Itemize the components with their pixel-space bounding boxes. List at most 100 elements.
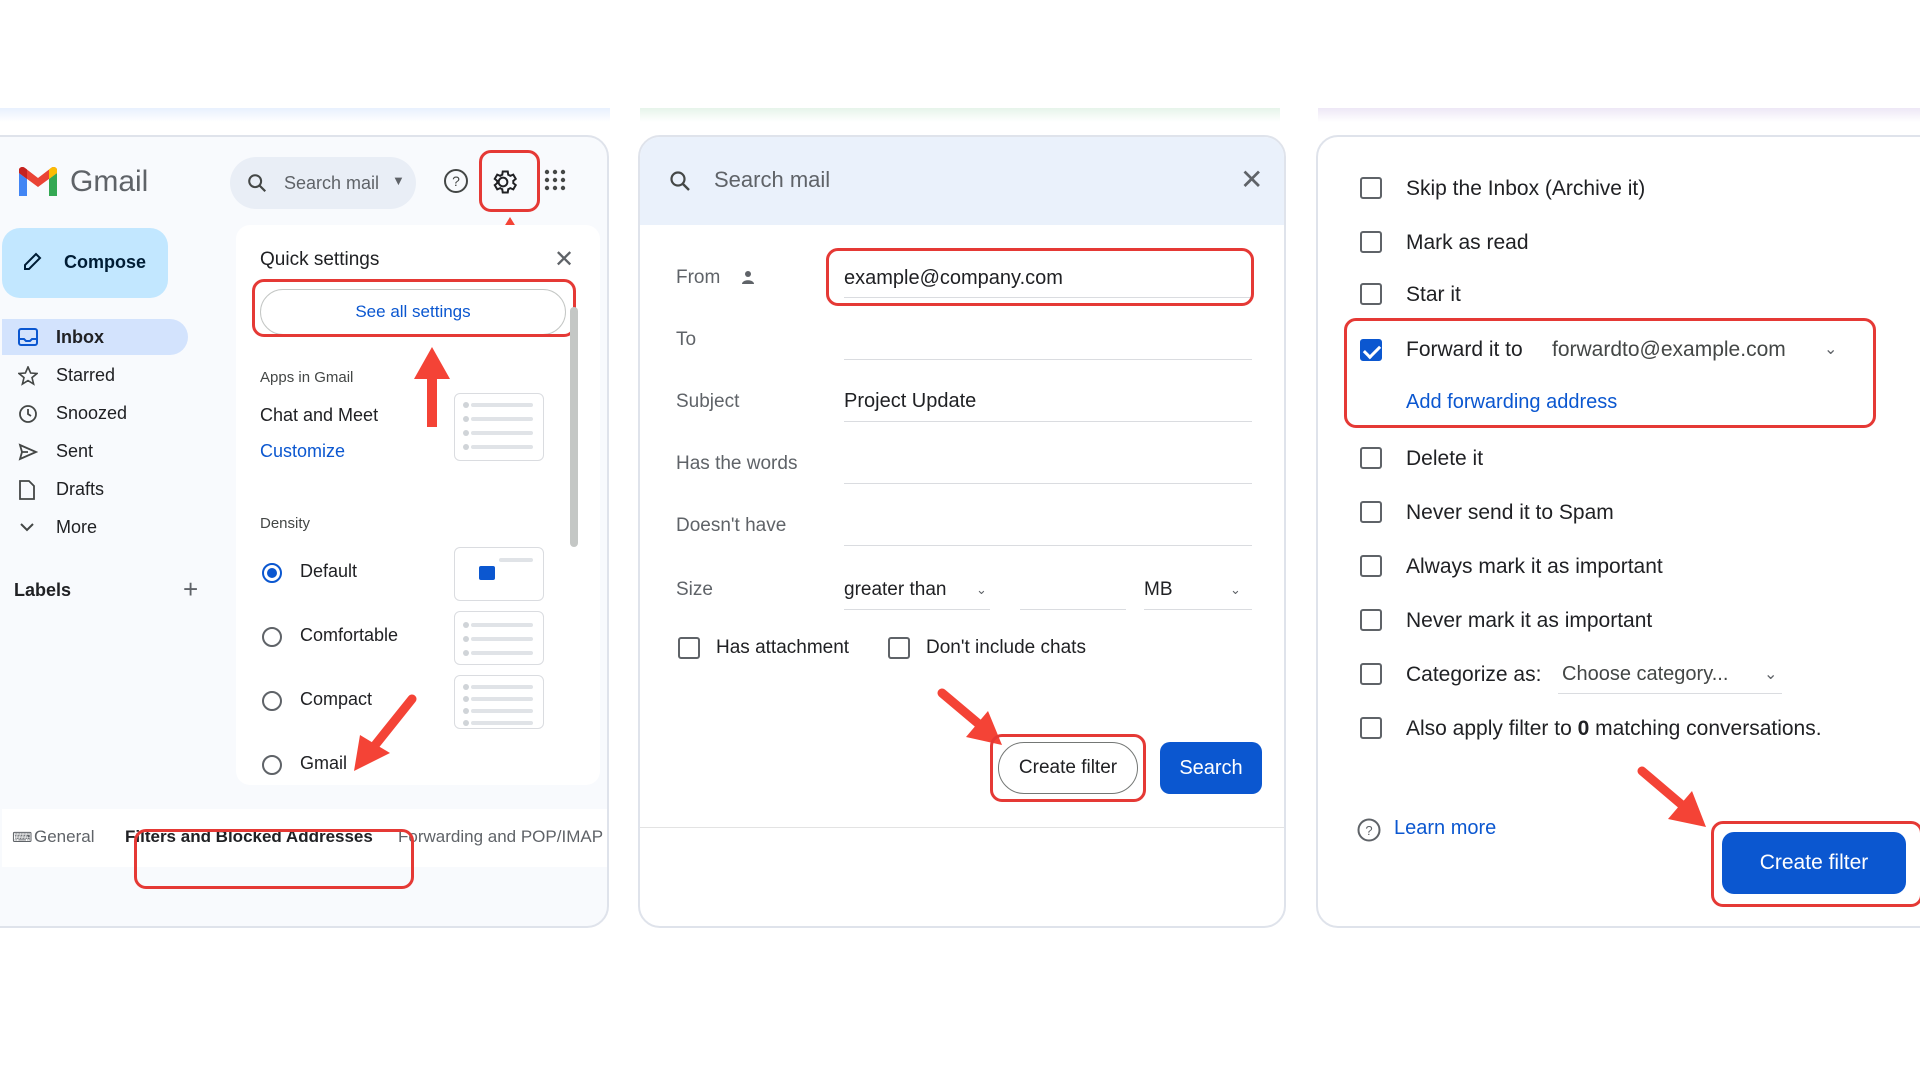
apps-heading: Apps in Gmail <box>260 369 354 386</box>
close-icon[interactable]: ✕ <box>1240 163 1263 196</box>
density-compact-radio[interactable] <box>262 691 282 711</box>
search-bar[interactable]: Search mail ✕ <box>640 137 1284 225</box>
apps-preview-thumbnail <box>454 393 544 461</box>
size-operator-underline <box>844 609 990 610</box>
create-filter-highlight <box>990 734 1146 802</box>
arrow-up-icon <box>414 347 450 427</box>
also-apply-checkbox[interactable] <box>1360 717 1382 739</box>
density-comfortable-thumbnail <box>454 611 544 665</box>
subject-field[interactable]: Project Update <box>844 390 976 413</box>
has-attachment-label: Has attachment <box>716 637 850 658</box>
chevron-down-icon: ⌄ <box>976 582 987 597</box>
doesnt-have-field[interactable] <box>844 545 1252 546</box>
contacts-icon <box>742 271 754 284</box>
search-icon <box>248 174 267 193</box>
compose-label: Compose <box>64 252 147 272</box>
app-name: Gmail <box>70 165 149 198</box>
pencil-icon <box>24 252 42 270</box>
size-label: Size <box>676 579 713 600</box>
size-unit-select[interactable]: MB <box>1144 579 1173 601</box>
mark-read-checkbox[interactable] <box>1360 231 1382 253</box>
filter-criteria-panel: Search mail ✕ From example@company.com T… <box>638 135 1286 928</box>
star-icon <box>18 366 38 386</box>
density-comfortable-radio[interactable] <box>262 627 282 647</box>
sidebar-item-label: Drafts <box>56 479 105 499</box>
skip-inbox-label: Skip the Inbox (Archive it) <box>1406 177 1646 200</box>
density-option-label: Comfortable <box>300 625 399 645</box>
chevron-down-icon[interactable]: ▼ <box>392 173 405 188</box>
has-attachment-checkbox[interactable] <box>678 637 700 659</box>
partial-option-radio[interactable] <box>262 755 282 775</box>
never-spam-checkbox[interactable] <box>1360 501 1382 523</box>
categorize-checkbox[interactable] <box>1360 663 1382 685</box>
inbox-icon <box>18 328 38 346</box>
compose-button[interactable]: Compose <box>2 228 168 298</box>
sidebar-item-more[interactable]: More <box>2 509 188 545</box>
close-icon[interactable]: ✕ <box>554 245 574 274</box>
apps-grid-icon[interactable] <box>544 169 566 191</box>
divider <box>640 827 1284 828</box>
create-filter-highlight <box>1711 821 1920 907</box>
no-chats-checkbox[interactable] <box>888 637 910 659</box>
from-highlight <box>826 248 1254 306</box>
add-label-icon[interactable]: + <box>183 574 198 605</box>
category-underline <box>1558 693 1782 694</box>
sidebar-item-snoozed[interactable]: Snoozed <box>2 395 188 431</box>
size-operator-select[interactable]: greater than <box>844 579 946 601</box>
chat-meet-label: Chat and Meet <box>260 405 379 425</box>
learn-more-link[interactable]: Learn more <box>1394 817 1496 840</box>
sidebar-item-starred[interactable]: Starred <box>2 357 188 393</box>
also-apply-post: matching conversations. <box>1589 717 1822 740</box>
categorize-label: Categorize as: <box>1406 663 1542 686</box>
quick-settings-title: Quick settings <box>260 249 380 270</box>
sidebar-item-drafts[interactable]: Drafts <box>2 471 188 507</box>
to-label: To <box>676 329 697 350</box>
density-option-label: Default <box>300 561 358 581</box>
always-important-checkbox[interactable] <box>1360 555 1382 577</box>
search-bar[interactable]: Search mail ▼ <box>230 157 416 209</box>
chevron-down-icon: ⌄ <box>1764 666 1778 683</box>
tab-general[interactable]: General <box>34 827 94 847</box>
arrow-down-right-icon <box>1637 766 1706 827</box>
density-compact-thumbnail <box>454 675 544 729</box>
search-placeholder: Search mail <box>714 167 831 192</box>
density-default-thumbnail <box>454 547 544 601</box>
search-button[interactable]: Search <box>1160 742 1262 794</box>
always-important-label: Always mark it as important <box>1406 555 1663 578</box>
sidebar-item-label: Sent <box>56 441 94 461</box>
gmail-settings-panel: Gmail Search mail ▼ ? Compose Inbox Star… <box>0 135 609 928</box>
sidebar-item-label: Inbox <box>56 327 104 347</box>
sidebar-item-sent[interactable]: Sent <box>2 433 188 469</box>
has-words-label: Has the words <box>676 453 798 474</box>
panel-top-strip <box>0 108 610 122</box>
chevron-down-icon: ⌄ <box>1230 582 1241 597</box>
help-icon[interactable]: ? <box>442 167 470 195</box>
tab-forwarding[interactable]: Forwarding and POP/IMAP <box>398 827 603 847</box>
to-field[interactable] <box>844 359 1252 360</box>
customize-link[interactable]: Customize <box>260 441 345 462</box>
subject-underline <box>844 421 1252 422</box>
clock-icon <box>19 405 37 423</box>
sidebar-item-inbox[interactable]: Inbox <box>2 319 188 355</box>
density-default-radio[interactable] <box>262 563 282 583</box>
size-unit-underline <box>1144 609 1252 610</box>
delete-checkbox[interactable] <box>1360 447 1382 469</box>
no-chats-label: Don't include chats <box>926 637 1086 658</box>
svg-text:?: ? <box>1365 823 1372 838</box>
skip-inbox-checkbox[interactable] <box>1360 177 1382 199</box>
category-select[interactable]: Choose category... <box>1562 663 1728 686</box>
chevron-down-icon <box>20 523 34 532</box>
from-label: From <box>676 267 721 288</box>
filters-tab-highlight <box>134 829 414 889</box>
matching-count: 0 <box>1577 717 1590 740</box>
size-value-field[interactable] <box>1020 609 1126 610</box>
gmail-logo-icon <box>19 166 57 196</box>
sidebar-item-label: More <box>56 517 98 537</box>
scrollbar[interactable] <box>570 307 578 547</box>
never-important-checkbox[interactable] <box>1360 609 1382 631</box>
help-icon: ? <box>1357 818 1381 842</box>
sidebar-item-label: Snoozed <box>56 403 128 423</box>
star-checkbox[interactable] <box>1360 283 1382 305</box>
doesnt-have-label: Doesn't have <box>676 515 787 536</box>
has-words-field[interactable] <box>844 483 1252 484</box>
